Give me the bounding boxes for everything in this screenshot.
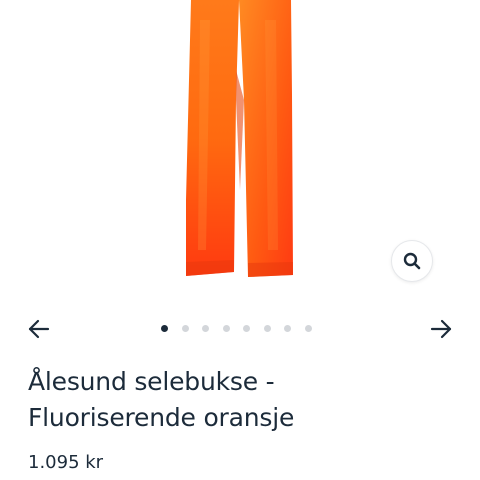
product-image[interactable] xyxy=(170,0,310,290)
pagination-dot[interactable] xyxy=(263,325,271,332)
arrow-left-icon[interactable] xyxy=(27,318,51,340)
product-title-line1: Ålesund selebukse - xyxy=(28,367,275,396)
pagination-dot[interactable] xyxy=(181,325,189,332)
gallery-pagination xyxy=(161,325,312,332)
pagination-dot[interactable] xyxy=(222,325,230,332)
pagination-dot[interactable] xyxy=(161,325,168,332)
magnifier-icon xyxy=(403,252,421,270)
arrow-right-icon[interactable] xyxy=(429,318,453,340)
product-title: Ålesund selebukse - Fluoriserende oransj… xyxy=(28,364,448,436)
pagination-dot[interactable] xyxy=(304,325,312,332)
pagination-dot[interactable] xyxy=(202,325,209,332)
product-gallery xyxy=(0,0,480,300)
pagination-dot[interactable] xyxy=(243,325,250,332)
zoom-button[interactable] xyxy=(391,240,433,282)
product-title-line2: Fluoriserende oransje xyxy=(28,403,295,432)
product-price: 1.095 kr xyxy=(28,452,104,473)
pagination-dot[interactable] xyxy=(284,325,291,332)
